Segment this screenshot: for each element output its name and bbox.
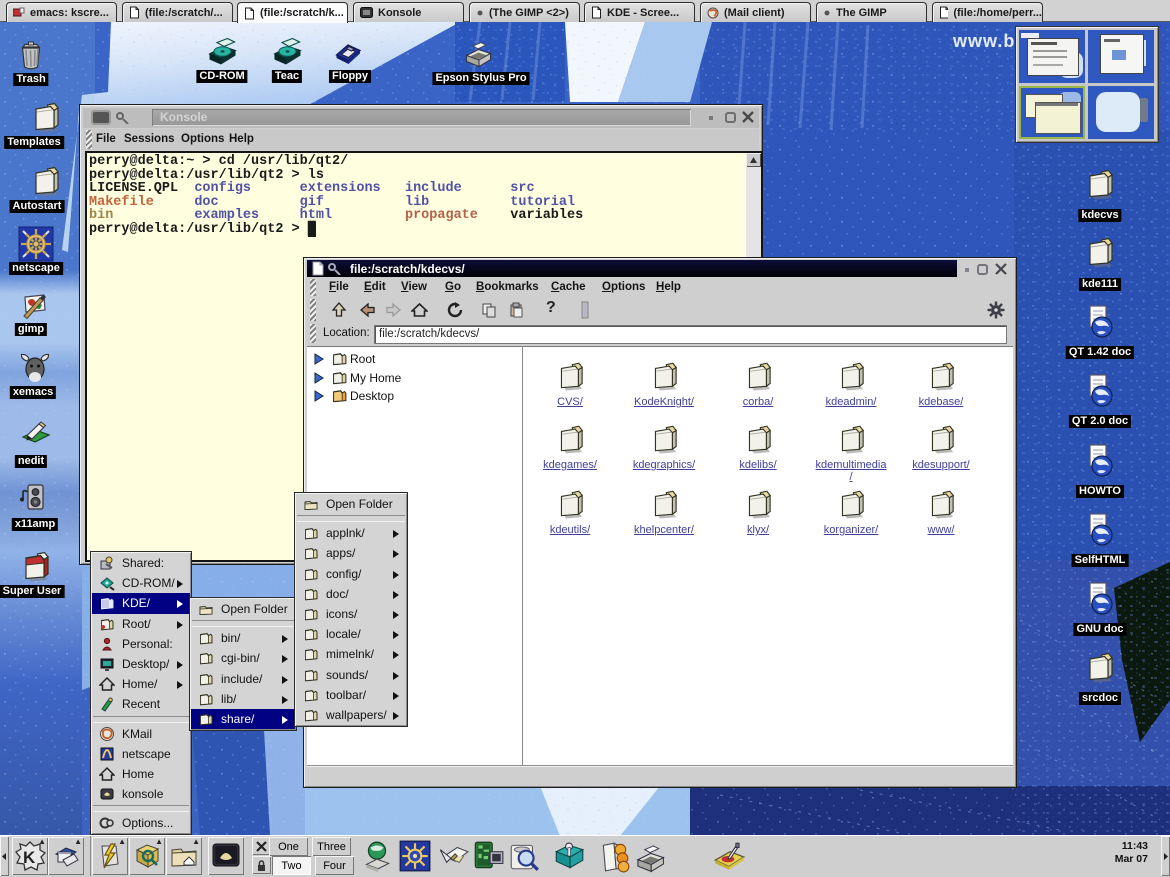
svg-text:K: K	[23, 848, 36, 867]
